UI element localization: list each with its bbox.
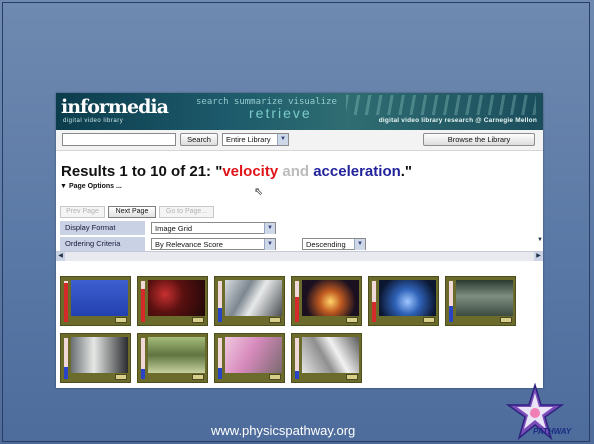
video-thumbnail[interactable]	[214, 333, 285, 383]
scroll-right-arrow-icon[interactable]: ▶	[534, 252, 543, 261]
chevron-down-icon: ▼	[264, 223, 275, 234]
video-thumbnail[interactable]	[137, 276, 208, 326]
search-button[interactable]: Search	[180, 133, 218, 146]
chevron-down-icon: ▼	[264, 239, 275, 250]
search-scope-value: Entire Library	[226, 135, 271, 144]
ordering-criteria-select[interactable]: By Relevance Score ▼	[151, 238, 276, 250]
relevance-bar	[295, 281, 299, 322]
relevance-bar-fill	[141, 289, 145, 322]
video-thumbnail[interactable]	[291, 276, 362, 326]
video-thumbnail[interactable]	[214, 276, 285, 326]
ordering-criteria-value: By Relevance Score	[155, 240, 223, 249]
relevance-bar	[141, 281, 145, 322]
query-term-velocity: velocity	[222, 163, 279, 180]
sort-direction-value: Descending	[306, 240, 346, 249]
search-scope-select[interactable]: Entire Library ▼	[222, 133, 289, 146]
results-heading: Results 1 to 10 of 21: "velocity and acc…	[61, 163, 412, 180]
results-prefix: Results 1 to 10 of 21: "	[61, 163, 223, 180]
relevance-bar	[218, 338, 222, 379]
horizontal-scrollbar[interactable]: ◀ ▶	[56, 251, 543, 261]
thumbnail-image[interactable]	[379, 280, 436, 316]
thumbnail-image[interactable]	[148, 337, 205, 373]
prev-page-button[interactable]: Prev Page	[60, 206, 105, 218]
video-thumbnail[interactable]	[445, 276, 516, 326]
thumbnail-details-icon[interactable]	[346, 374, 358, 380]
search-input[interactable]	[62, 133, 176, 146]
thumbnail-details-icon[interactable]	[115, 317, 127, 323]
search-toolbar: Search Entire Library ▼ Browse the Libra…	[56, 130, 543, 151]
relevance-bar	[141, 338, 145, 379]
banner-tagline: digital video library research @ Carnegi…	[378, 117, 537, 124]
relevance-bar	[372, 281, 376, 322]
pathway-logo-text: PATHWAY	[533, 427, 572, 436]
banner-overlay-retrieve: retrieve	[249, 105, 312, 121]
video-thumbnail[interactable]	[60, 276, 131, 326]
informedia-banner: informedia digital video library search …	[56, 93, 543, 130]
video-thumbnail[interactable]	[137, 333, 208, 383]
query-connector: and	[278, 163, 314, 180]
next-page-button[interactable]: Next Page	[108, 206, 156, 218]
thumbnail-details-icon[interactable]	[269, 317, 281, 323]
relevance-bar	[449, 281, 453, 322]
relevance-bar-fill	[64, 283, 68, 322]
scroll-down-arrow-icon[interactable]: ▼	[537, 237, 543, 247]
sort-direction-select[interactable]: Descending ▼	[302, 238, 366, 250]
relevance-bar-fill	[372, 301, 376, 322]
page-options-toggle[interactable]: ▼ Page Options ...	[60, 183, 122, 190]
video-thumbnail[interactable]	[291, 333, 362, 383]
thumbnail-image[interactable]	[302, 337, 359, 373]
video-thumbnail[interactable]	[368, 276, 439, 326]
go-to-page-button[interactable]: Go to Page...	[159, 206, 214, 218]
informedia-logo[interactable]: informedia	[61, 96, 169, 118]
screenshot-panel: informedia digital video library search …	[56, 93, 543, 388]
video-thumbnail[interactable]	[60, 333, 131, 383]
thumbnail-image[interactable]	[148, 280, 205, 316]
thumbnail-image[interactable]	[225, 280, 282, 316]
page-options-label: Page Options ...	[68, 183, 122, 190]
banner-decoration	[346, 95, 536, 115]
thumbnail-image[interactable]	[302, 280, 359, 316]
logo-subtitle: digital video library	[63, 118, 124, 124]
relevance-bar	[64, 281, 68, 322]
relevance-bar-fill	[218, 307, 222, 322]
relevance-bar	[218, 281, 222, 322]
thumbnail-image[interactable]	[456, 280, 513, 316]
triangle-down-icon: ▼	[60, 183, 67, 190]
thumbnail-details-icon[interactable]	[423, 317, 435, 323]
thumbnail-image[interactable]	[225, 337, 282, 373]
thumbnail-details-icon[interactable]	[192, 317, 204, 323]
thumbnail-details-icon[interactable]	[115, 374, 127, 380]
browse-library-button[interactable]: Browse the Library	[423, 133, 535, 146]
chevron-down-icon: ▼	[354, 239, 365, 250]
relevance-bar-fill	[295, 370, 299, 379]
relevance-bar-fill	[64, 366, 68, 379]
ordering-criteria-label: Ordering Criteria	[60, 237, 145, 251]
display-format-label: Display Format	[60, 221, 145, 235]
display-format-select[interactable]: Image Grid ▼	[151, 222, 276, 234]
footer-url[interactable]: www.physicspathway.org	[211, 423, 355, 438]
relevance-bar	[295, 338, 299, 379]
thumbnail-details-icon[interactable]	[500, 317, 512, 323]
thumbnail-image[interactable]	[71, 280, 128, 316]
thumbnail-image[interactable]	[71, 337, 128, 373]
thumbnail-details-icon[interactable]	[346, 317, 358, 323]
scroll-left-arrow-icon[interactable]: ◀	[56, 252, 65, 261]
thumbnail-details-icon[interactable]	[192, 374, 204, 380]
display-format-value: Image Grid	[155, 224, 193, 233]
relevance-bar	[64, 338, 68, 379]
thumbnail-details-icon[interactable]	[269, 374, 281, 380]
query-term-acceleration: acceleration	[313, 163, 401, 180]
relevance-bar-fill	[295, 297, 299, 322]
mouse-cursor-icon: ⇖	[254, 186, 264, 198]
relevance-bar-fill	[218, 367, 222, 379]
chevron-down-icon: ▼	[277, 134, 288, 145]
results-suffix: ."	[400, 163, 413, 180]
relevance-bar-fill	[141, 368, 145, 379]
relevance-bar-fill	[449, 305, 453, 322]
